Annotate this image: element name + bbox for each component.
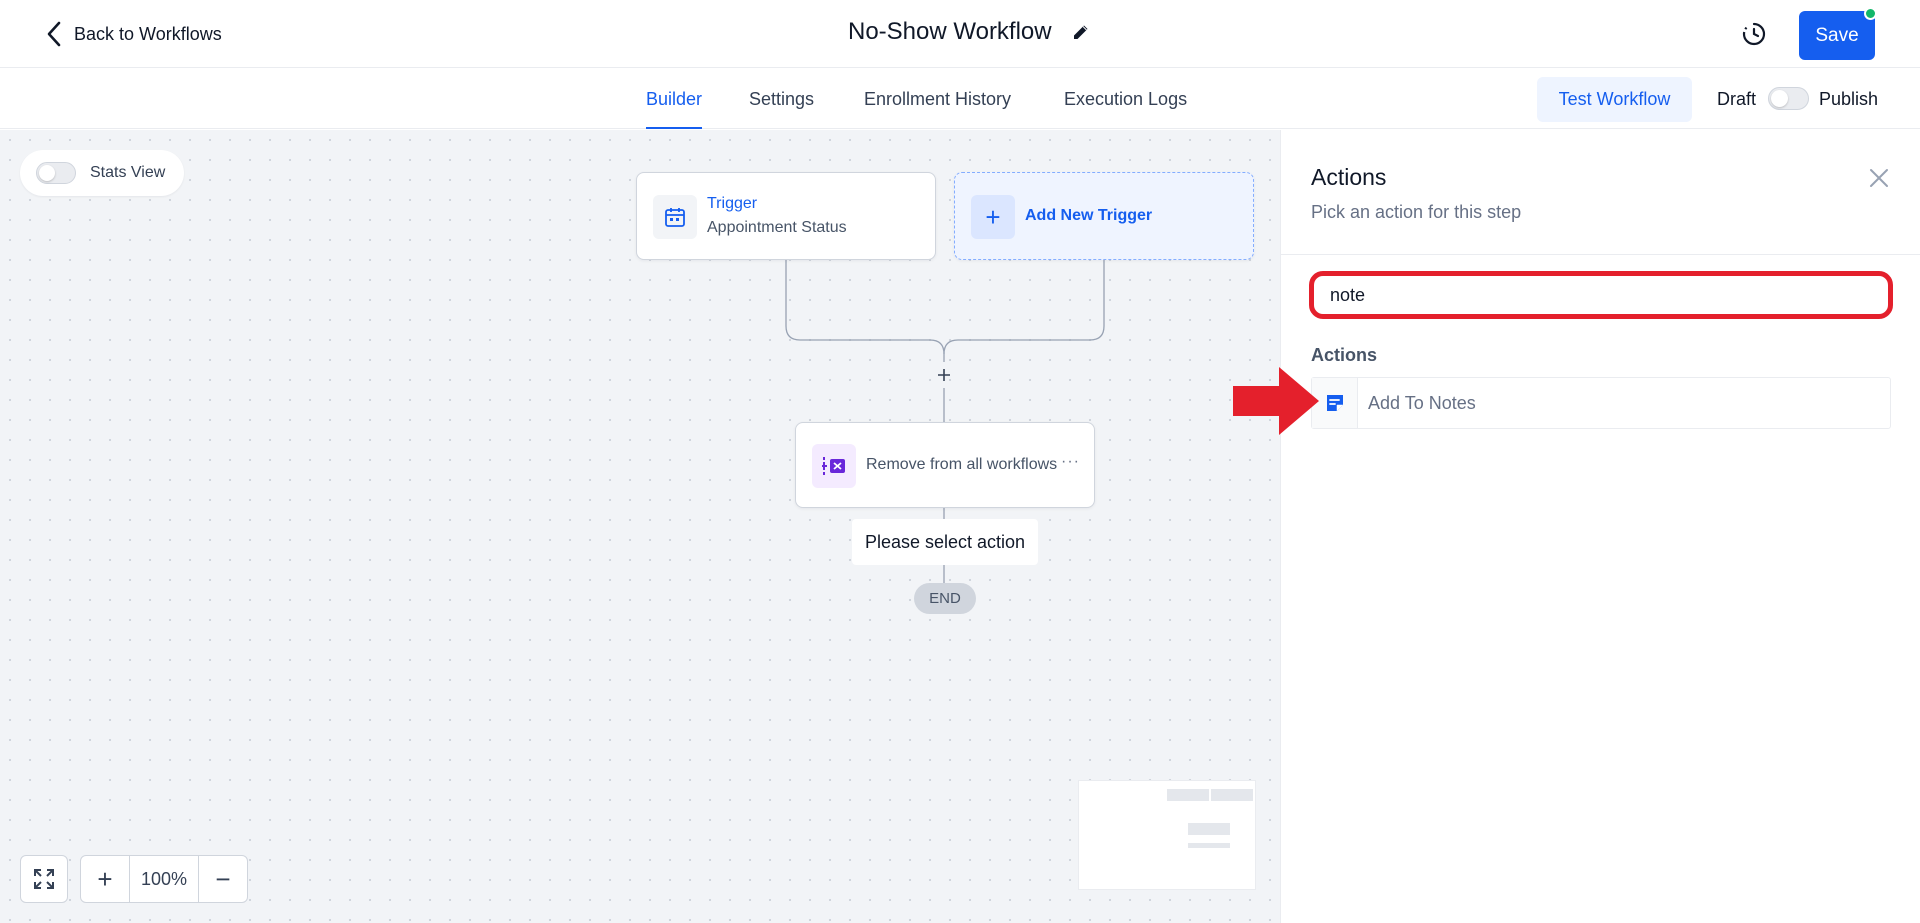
calendar-icon <box>653 195 697 239</box>
add-step-plus-icon <box>938 369 950 381</box>
pencil-icon[interactable] <box>1072 23 1090 41</box>
draft-label: Draft <box>1717 88 1757 109</box>
more-options-icon[interactable]: ··· <box>1061 453 1080 471</box>
zoom-out-button[interactable]: − <box>199 856 247 902</box>
plus-icon: + <box>971 195 1015 239</box>
select-action-placeholder[interactable]: Please select action <box>852 519 1038 565</box>
trigger-subtitle: Appointment Status <box>707 219 847 236</box>
save-button[interactable]: Save <box>1799 11 1875 60</box>
zoom-controls: + 100% − <box>80 855 248 903</box>
end-node: END <box>914 583 976 614</box>
actions-panel: Actions Pick an action for this step Act… <box>1280 130 1920 923</box>
back-to-workflows-link[interactable]: Back to Workflows <box>46 20 222 48</box>
close-icon[interactable] <box>1865 164 1893 192</box>
test-workflow-button[interactable]: Test Workflow <box>1537 77 1692 122</box>
expand-icon <box>34 869 54 889</box>
remove-from-workflows-node[interactable]: Remove from all workflows ··· <box>795 422 1095 508</box>
fit-view-button[interactable] <box>20 855 68 903</box>
tab-execution-logs[interactable]: Execution Logs <box>1064 69 1187 129</box>
panel-subtitle: Pick an action for this step <box>1311 202 1522 222</box>
annotation-arrow <box>1233 367 1319 435</box>
remove-workflow-icon <box>812 444 856 488</box>
add-new-trigger-label: Add New Trigger <box>1025 207 1153 224</box>
top-bar: Back to Workflows No-Show Workflow Save <box>0 0 1920 68</box>
zoom-level: 100% <box>129 856 199 902</box>
minimap[interactable] <box>1078 780 1256 890</box>
history-icon <box>1742 22 1766 46</box>
zoom-in-button[interactable]: + <box>81 856 129 902</box>
workflow-title-group: No-Show Workflow <box>848 18 1090 46</box>
page-title: No-Show Workflow <box>848 18 1052 45</box>
tab-enrollment-history[interactable]: Enrollment History <box>864 69 1011 129</box>
action-search-input[interactable] <box>1309 271 1893 319</box>
back-label: Back to Workflows <box>74 23 222 44</box>
tab-builder[interactable]: Builder <box>646 69 703 129</box>
trigger-title: Trigger <box>707 195 758 212</box>
action-node-label: Remove from all workflows <box>866 456 1058 473</box>
action-item-add-to-notes[interactable]: Add To Notes <box>1311 377 1891 429</box>
status-dot <box>1864 7 1877 20</box>
chevron-left-icon <box>47 21 61 47</box>
actions-section-label: Actions <box>1311 345 1378 365</box>
publish-label: Publish <box>1819 88 1879 109</box>
tab-settings[interactable]: Settings <box>749 69 814 129</box>
add-new-trigger-node[interactable]: + Add New Trigger <box>954 172 1254 260</box>
tabs-bar: Builder Settings Enrollment History Exec… <box>0 69 1920 129</box>
action-item-label: Add To Notes <box>1368 392 1476 413</box>
panel-title: Actions <box>1311 164 1387 190</box>
publish-toggle[interactable] <box>1768 87 1809 110</box>
version-history-button[interactable] <box>1740 20 1768 48</box>
trigger-node[interactable]: Trigger Appointment Status <box>636 172 936 260</box>
workflow-canvas[interactable]: Stats View Trigger Appointment Status + … <box>0 130 1280 923</box>
